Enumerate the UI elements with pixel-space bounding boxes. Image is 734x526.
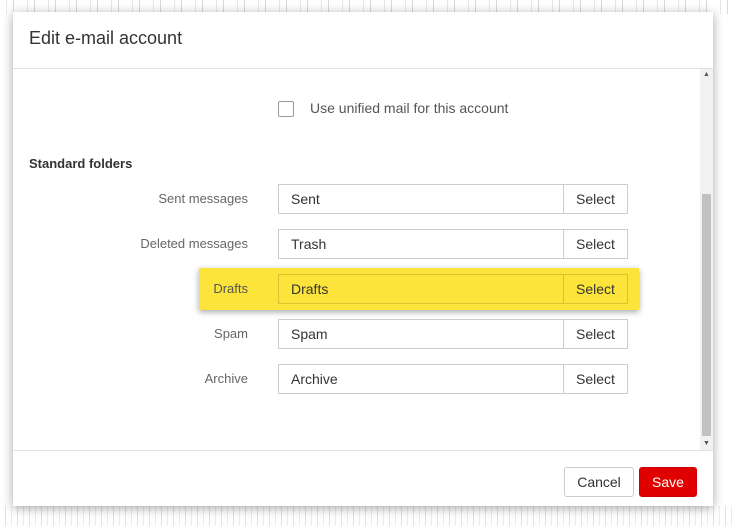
dialog-header: Edit e-mail account (13, 12, 713, 69)
deleted-messages-select-button[interactable]: Select (563, 229, 628, 259)
unified-mail-checkbox[interactable] (278, 101, 294, 117)
dialog-body: Use unified mail for this account Standa… (13, 69, 713, 450)
dialog-title: Edit e-mail account (29, 28, 183, 48)
dialog-footer: Cancel Save (13, 450, 713, 506)
unified-mail-label: Use unified mail for this account (310, 100, 509, 116)
spam-input[interactable] (278, 319, 564, 349)
spam-label: Spam (214, 326, 248, 341)
folder-row-deleted: Deleted messages Select (13, 229, 713, 259)
archive-input[interactable] (278, 364, 564, 394)
vertical-scrollbar[interactable]: ▲ ▼ (700, 69, 713, 450)
folder-row-archive: Archive Select (13, 364, 713, 394)
standard-folders-title: Standard folders (29, 156, 133, 171)
folder-row-drafts: Drafts Select (13, 274, 713, 304)
archive-label: Archive (204, 371, 248, 386)
spam-select-button[interactable]: Select (563, 319, 628, 349)
deleted-messages-label: Deleted messages (140, 236, 248, 251)
folder-row-sent: Sent messages Select (13, 184, 713, 214)
edit-email-account-dialog: Edit e-mail account Use unified mail for… (13, 12, 713, 506)
scrollbar-thumb[interactable] (702, 194, 711, 436)
scroll-down-arrow-icon[interactable]: ▼ (700, 438, 713, 450)
drafts-input[interactable] (278, 274, 564, 304)
sent-messages-label: Sent messages (158, 191, 248, 206)
background-noise-bottom (0, 506, 734, 526)
archive-select-button[interactable]: Select (563, 364, 628, 394)
sent-messages-select-button[interactable]: Select (563, 184, 628, 214)
folder-row-spam: Spam Select (13, 319, 713, 349)
save-button[interactable]: Save (639, 467, 697, 497)
drafts-label: Drafts (213, 281, 248, 296)
sent-messages-input[interactable] (278, 184, 564, 214)
drafts-select-button[interactable]: Select (563, 274, 628, 304)
deleted-messages-input[interactable] (278, 229, 564, 259)
scroll-up-arrow-icon[interactable]: ▲ (700, 69, 713, 81)
cancel-button[interactable]: Cancel (564, 467, 634, 497)
